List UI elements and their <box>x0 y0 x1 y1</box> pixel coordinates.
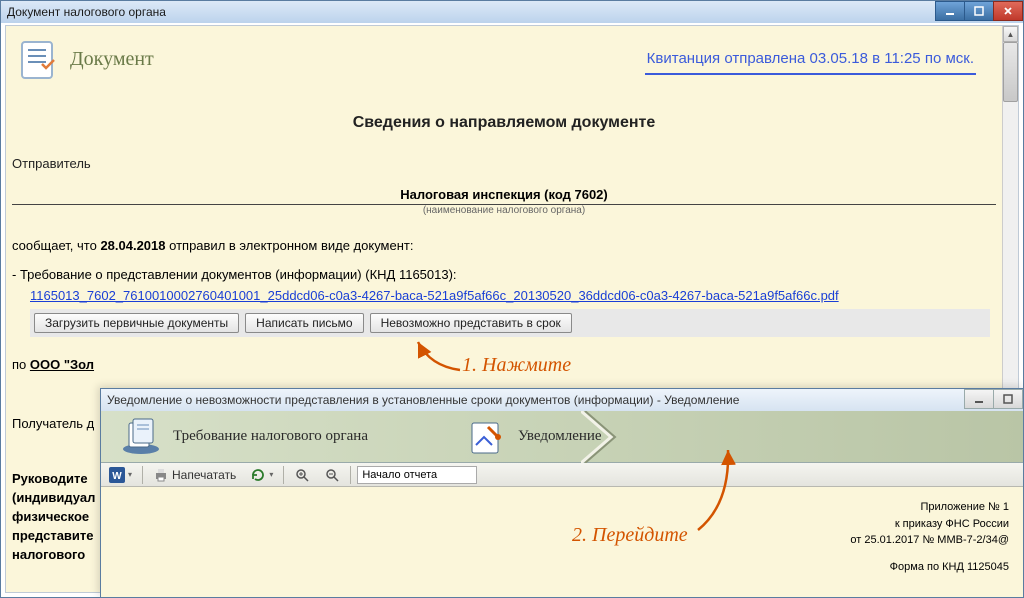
impossible-submit-button[interactable]: Невозможно представить в срок <box>370 313 572 333</box>
meta-line-3: от 25.01.2017 № ММВ-7-2/34@ <box>115 532 1009 549</box>
refresh-icon <box>250 467 266 483</box>
toolbar-separator <box>350 466 351 484</box>
wizard-step-1[interactable]: Требование налогового органа <box>101 411 386 462</box>
sub-window-title: Уведомление о невозможности представлени… <box>107 393 739 407</box>
sender-caption: (наименование налогового органа) <box>12 205 996 216</box>
informs-date: 28.04.2018 <box>100 238 165 253</box>
informs-line: сообщает, что 28.04.2018 отправил в элек… <box>12 238 996 253</box>
wizard-chevron-icon <box>581 411 621 463</box>
toolbar-separator <box>142 466 143 484</box>
wizard-step1-label: Требование налогового органа <box>173 428 368 445</box>
action-button-row: Загрузить первичные документы Написать п… <box>30 309 990 337</box>
scroll-thumb[interactable] <box>1003 42 1018 102</box>
write-letter-button[interactable]: Написать письмо <box>245 313 363 333</box>
receipt-link[interactable]: Квитанция отправлена 03.05.18 в 11:25 по… <box>647 50 974 67</box>
informs-suffix: отправил в электронном виде документ: <box>166 238 414 253</box>
sub-titlebar[interactable]: Уведомление о невозможности представлени… <box>101 389 1023 411</box>
doc-header: Документ Квитанция отправлена 03.05.18 в… <box>12 34 996 84</box>
sender-value: Налоговая инспекция (код 7602) <box>12 185 996 205</box>
receipt-container: Квитанция отправлена 03.05.18 в 11:25 по… <box>645 44 976 75</box>
dropdown-arrow-icon: ▾ <box>128 470 132 479</box>
doc-meta: Приложение № 1 к приказу ФНС России от 2… <box>115 499 1009 575</box>
maximize-button[interactable] <box>964 1 994 21</box>
informs-prefix: сообщает, что <box>12 238 100 253</box>
doc-item-label: - Требование о представлении документов … <box>12 267 996 282</box>
search-report-input[interactable] <box>357 466 477 484</box>
refresh-button[interactable]: ▾ <box>246 466 277 484</box>
doc-header-left: Документ <box>12 34 154 84</box>
sub-window: Уведомление о невозможности представлени… <box>100 388 1024 598</box>
dropdown-arrow-icon: ▾ <box>269 470 273 479</box>
word-icon: W <box>109 467 125 483</box>
sender-label: Отправитель <box>12 156 996 171</box>
requirement-icon <box>119 417 163 457</box>
notification-icon <box>464 417 508 457</box>
sub-minimize-button[interactable] <box>964 389 994 409</box>
toolbar-separator <box>283 466 284 484</box>
meta-line-1: Приложение № 1 <box>115 499 1009 516</box>
recipient-prefix: по <box>12 357 30 372</box>
sub-maximize-button[interactable] <box>993 389 1023 409</box>
sub-window-controls <box>965 389 1023 409</box>
zoom-in-icon <box>294 467 310 483</box>
doc-title: Документ <box>70 48 154 71</box>
recipient-value: ООО "Зол <box>30 357 94 372</box>
document-icon <box>12 34 62 84</box>
wizard-strip: Требование налогового органа Уведомление <box>101 411 1023 463</box>
close-button[interactable] <box>993 1 1023 21</box>
print-button[interactable]: Напечатать <box>149 466 240 484</box>
svg-text:W: W <box>112 471 122 482</box>
main-window-title: Документ налогового органа <box>7 5 166 19</box>
main-titlebar[interactable]: Документ налогового органа <box>1 1 1023 23</box>
print-label: Напечатать <box>172 468 236 482</box>
printer-icon <box>153 467 169 483</box>
scroll-up-arrow[interactable]: ▲ <box>1003 26 1018 42</box>
sub-content: Приложение № 1 к приказу ФНС России от 2… <box>101 487 1023 597</box>
meta-line-2: к приказу ФНС России <box>115 516 1009 533</box>
zoom-in-button[interactable] <box>290 466 314 484</box>
word-export-button[interactable]: W ▾ <box>105 466 136 484</box>
minimize-button[interactable] <box>935 1 965 21</box>
document-pdf-link[interactable]: 1165013_7602_7610010002760401001_25ddcd0… <box>30 288 839 303</box>
recipient-line: по ООО "Зол <box>12 357 996 372</box>
sub-toolbar: W ▾ Напечатать ▾ <box>101 463 1023 487</box>
section-title: Сведения о направляемом документе <box>12 114 996 132</box>
meta-line-4: Форма по КНД 1125045 <box>115 559 1009 576</box>
sub-document-body: Приложение № 1 к приказу ФНС России от 2… <box>101 487 1023 597</box>
window-controls <box>936 1 1023 21</box>
zoom-out-button[interactable] <box>320 466 344 484</box>
zoom-out-icon <box>324 467 340 483</box>
load-primary-docs-button[interactable]: Загрузить первичные документы <box>34 313 239 333</box>
